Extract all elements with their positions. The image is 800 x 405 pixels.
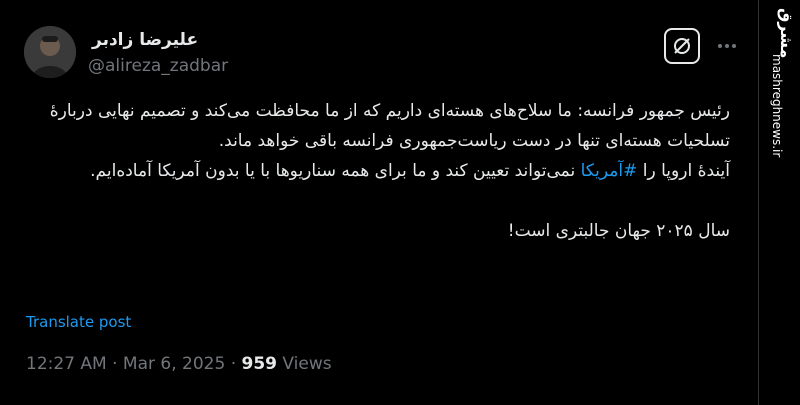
grok-icon (674, 38, 690, 54)
avatar-photo (24, 26, 76, 78)
tweet-paragraph: رئیس جمهور فرانسه: ما سلاح‌های هسته‌ای د… (49, 101, 730, 151)
tweet-meta: 12:27 AM · Mar 6, 2025 · 959 Views (26, 354, 332, 374)
tweet-paragraph: آیندهٔ اروپا را #آمریکا نمی‌تواند تعیین … (20, 156, 730, 186)
grok-button[interactable] (664, 28, 700, 64)
more-icon (718, 44, 736, 48)
meta-separator: · (112, 354, 118, 374)
watermark-url: mashreghnews.ir (768, 54, 788, 157)
hashtag-link[interactable]: #آمریکا (581, 161, 638, 181)
watermark-logo: مشرق (777, 8, 796, 59)
translate-post-link[interactable]: Translate post (26, 313, 131, 331)
views-count: 959 (241, 354, 278, 374)
views-label: Views (282, 354, 332, 374)
avatar[interactable] (24, 26, 76, 78)
tweet-text-segment: نمی‌تواند تعیین کند و ما برای همه سناریو… (90, 161, 581, 181)
user-handle[interactable]: @alireza_zadbar (88, 56, 228, 76)
tweet-text: رئیس جمهور فرانسه: ما سلاح‌های هسته‌ای د… (20, 96, 730, 246)
display-name[interactable]: علیرضا زادبر (92, 30, 198, 50)
tweet-time[interactable]: 12:27 AM (26, 354, 107, 374)
tweet-card: علیرضا زادبر @alireza_zadbar رئیس جمهور … (0, 0, 759, 405)
meta-separator: · (230, 354, 237, 374)
tweet-text-segment: آیندهٔ اروپا را (637, 161, 730, 181)
more-options-button[interactable] (712, 32, 742, 60)
watermark-url-text: mashreghnews.ir (770, 54, 784, 158)
tweet-paragraph: سال ۲۰۲۵ جهان جالبتری است! (507, 221, 730, 241)
tweet-date[interactable]: Mar 6, 2025 (123, 354, 225, 374)
